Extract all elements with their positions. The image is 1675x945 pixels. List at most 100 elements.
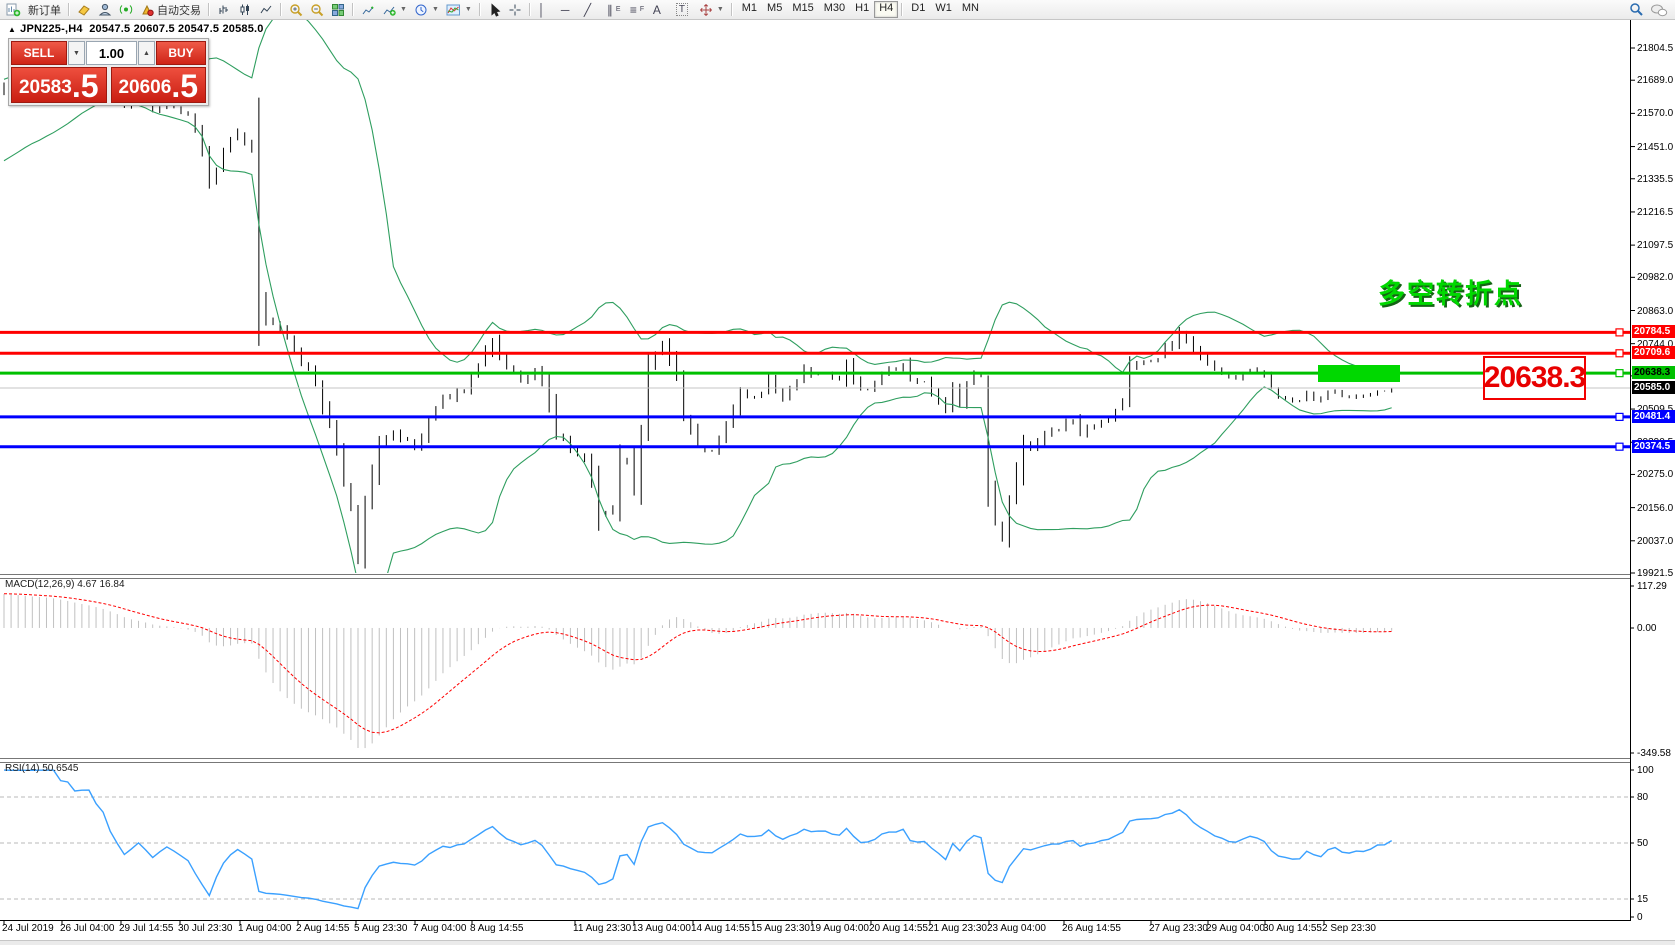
fibonacci-tool-button[interactable]: ≡ F (627, 2, 649, 18)
price-callout-box[interactable]: 20638.3 (1483, 356, 1586, 400)
sell-price-int: 20583 (18, 77, 72, 98)
add-indicator-button[interactable]: ▼ (379, 2, 410, 18)
sell-price-dec: .5 (71, 67, 99, 104)
price-axis-tick: 19921.5 (1637, 568, 1674, 579)
autotrading-label: 自动交易 (157, 4, 201, 17)
buy-price-box[interactable]: 20606.5 (110, 67, 206, 104)
zoom-in-button[interactable] (286, 2, 306, 18)
time-axis-label: 1 Aug 04:00 (238, 923, 292, 934)
sell-price-box[interactable]: 20583.5 (11, 67, 107, 103)
chart-bottom-frame (0, 920, 1631, 921)
templates-button[interactable]: ▼ (443, 2, 475, 18)
price-axis-tick: 21804.5 (1637, 43, 1674, 54)
hline-price-label: 20784.5 (1632, 325, 1675, 339)
price-axis-tick: 21570.0 (1637, 108, 1674, 120)
main-toolbar: 新订单 自动交易 ▼ ▼ ▼ │ ─ ╱ ∥ E ≡ F A T ▼ M1 M5… (0, 0, 1675, 20)
rsi-axis-tick: 50 (1637, 838, 1649, 849)
signal-icon (119, 5, 133, 14)
hline-handle[interactable] (1615, 328, 1624, 337)
chevron-down-icon: ▼ (716, 6, 724, 13)
green-zone-rectangle[interactable] (1318, 365, 1400, 382)
timeframe-button-H1[interactable]: H1 (850, 1, 874, 18)
chevron-down-icon: ▼ (431, 6, 439, 13)
fibonacci-icon: ≡ (629, 2, 637, 17)
status-strip (0, 940, 1675, 945)
indicators-button[interactable] (358, 2, 378, 18)
volume-increase-button[interactable]: ▲ (138, 41, 155, 65)
collapse-panel-arrow[interactable]: ▲ (8, 25, 16, 34)
time-axis-label: 26 Aug 14:55 (1062, 923, 1121, 934)
timeframe-button-M1[interactable]: M1 (737, 1, 762, 18)
new-order-button[interactable]: 新订单 (25, 2, 64, 18)
price-axis-tick: 20275.0 (1637, 469, 1674, 481)
volume-decrease-button[interactable]: ▼ (68, 41, 85, 65)
candlestick-series (3, 73, 1393, 569)
hline-handle[interactable] (1615, 369, 1624, 378)
time-axis-label: 20 Aug 14:55 (869, 923, 928, 934)
add-indicator-icon (383, 6, 396, 16)
channel-tool-button[interactable]: ∥ E (604, 2, 626, 18)
vertical-line-tool-button[interactable]: │ (535, 2, 557, 18)
autotrading-button[interactable]: 自动交易 (137, 2, 204, 18)
arrows-tool-button[interactable]: ▼ (696, 2, 727, 18)
price-axis-tick: 21335.5 (1637, 173, 1674, 185)
toolbar-separator (68, 3, 70, 16)
search-icon[interactable] (1629, 2, 1644, 17)
timeframe-button-W1[interactable]: W1 (930, 1, 957, 18)
line-chart-mode-button[interactable] (256, 2, 276, 18)
rsi-indicator-label: RSI(14) 50.6545 (5, 763, 79, 774)
rsi-axis-tick: 15 (1637, 894, 1649, 905)
current-price-label: 20585.0 (1632, 381, 1675, 394)
text-tool-icon: A (652, 2, 661, 17)
styler-button[interactable] (74, 2, 94, 18)
time-axis-label: 14 Aug 14:55 (691, 923, 750, 934)
text-label-tool-button[interactable]: T (673, 2, 695, 18)
timeframe-button-MN[interactable]: MN (957, 1, 984, 18)
hline-handle[interactable] (1615, 412, 1624, 421)
autotrading-icon (142, 4, 154, 16)
hline-handle[interactable] (1615, 349, 1624, 358)
price-axis-tick: 21097.5 (1637, 240, 1674, 252)
channel-e-suffix: E (615, 6, 621, 13)
chat-icon[interactable] (1650, 3, 1668, 17)
profile-icon (98, 3, 112, 16)
sell-button[interactable]: SELL (11, 41, 67, 65)
hline-price-label: 20374.5 (1632, 439, 1675, 453)
main-macd-separator[interactable] (0, 574, 1631, 579)
time-axis-label: 27 Aug 23:30 (1149, 923, 1208, 934)
candle-chart-mode-button[interactable] (235, 2, 255, 18)
tile-windows-button[interactable] (328, 2, 348, 18)
buy-button[interactable]: BUY (156, 41, 206, 65)
zoom-out-button[interactable] (307, 2, 327, 18)
timeframe-button-M30[interactable]: M30 (819, 1, 850, 18)
timeframe-button-M5[interactable]: M5 (762, 1, 787, 18)
buy-price-dec: .5 (171, 67, 199, 104)
toolbar-separator (352, 3, 354, 16)
new-chart-button[interactable] (3, 2, 24, 18)
bar-chart-mode-button[interactable] (214, 2, 234, 18)
hline-handle[interactable] (1615, 442, 1624, 451)
crosshair-tool-button[interactable] (505, 2, 525, 18)
macd-rsi-separator[interactable] (0, 758, 1631, 763)
timeframe-button-H4[interactable]: H4 (874, 1, 899, 18)
cursor-tool-button[interactable] (485, 2, 504, 18)
trendline-icon: ╱ (583, 2, 592, 17)
periods-button[interactable]: ▼ (411, 2, 442, 18)
macd-signal-line (3, 593, 1392, 734)
text-tool-button[interactable]: A (650, 2, 672, 18)
time-axis-label: 26 Jul 04:00 (60, 923, 115, 934)
timeframe-button-D1[interactable]: D1 (906, 1, 930, 18)
trendline-tool-button[interactable]: ╱ (581, 2, 603, 18)
cursor-icon (491, 2, 501, 17)
macd-axis-tick: 117.29 (1637, 581, 1667, 592)
signal-button[interactable] (116, 2, 136, 18)
profile-button[interactable] (95, 2, 115, 18)
timeframe-button-M15[interactable]: M15 (787, 1, 818, 18)
horizontal-line-tool-button[interactable]: ─ (558, 2, 580, 18)
chart-plot (0, 19, 1635, 925)
price-axis[interactable]: 21804.5 21689.0 21570.0 21451.0 21335.5 21216… (1630, 19, 1675, 945)
volume-input[interactable] (86, 41, 137, 65)
time-axis-label: 23 Aug 04:00 (987, 923, 1046, 934)
time-axis[interactable]: 24 Jul 2019 26 Jul 04:00 29 Jul 14:55 30 Ju… (0, 923, 1630, 939)
text-label-icon: T (675, 3, 688, 16)
